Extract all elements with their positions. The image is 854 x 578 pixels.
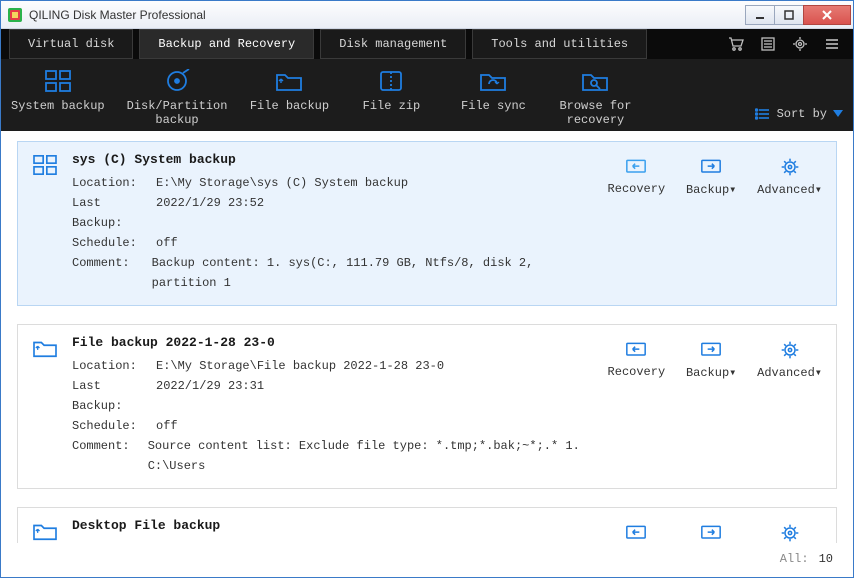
toolbar-grid-button[interactable]: System backup <box>11 67 105 127</box>
maximize-button[interactable] <box>774 5 804 25</box>
location-value: E:\My Storage\File backup 2022-1-28 23-0 <box>156 356 444 376</box>
app-logo-icon <box>7 7 23 23</box>
last-backup-label: Last Backup: <box>72 376 156 416</box>
cart-icon[interactable] <box>723 29 749 59</box>
toolbar-item-label: Browse for recovery <box>559 99 631 127</box>
toolbar-zip-button[interactable]: File zip <box>351 67 431 127</box>
schedule-value: off <box>156 233 178 253</box>
list-icon[interactable] <box>755 29 781 59</box>
window-title: QILING Disk Master Professional <box>29 8 746 22</box>
toolbar-disk-button[interactable]: Disk/Partition backup <box>127 67 228 127</box>
toolbar-item-label: File zip <box>363 99 421 113</box>
toolbar: System backup Disk/Partition backup File b… <box>1 59 853 131</box>
grid-icon <box>41 67 75 95</box>
sync-icon <box>476 67 510 95</box>
last-backup-value: 2022/1/29 23:52 <box>156 193 264 233</box>
comment-value: Backup content: 1. sys(C:, 111.79 GB, Nt… <box>152 253 596 293</box>
location-label: Location: <box>72 173 156 193</box>
backup-icon <box>697 339 725 361</box>
advanced-label: Advanced▾ <box>757 182 822 197</box>
recovery-label: Recovery <box>608 182 666 196</box>
folder-icon <box>32 335 60 476</box>
browse-icon <box>578 67 612 95</box>
all-count: 10 <box>819 552 833 566</box>
schedule-label: Schedule: <box>72 416 156 436</box>
recovery-button[interactable]: Recovery <box>608 522 666 543</box>
tab-tools-utilities[interactable]: Tools and utilities <box>472 29 647 59</box>
toolbar-item-label: Disk/Partition backup <box>127 99 228 127</box>
chevron-down-icon <box>833 110 843 118</box>
gear-icon <box>776 522 804 543</box>
advanced-label: Advanced▾ <box>757 365 822 380</box>
advanced-button[interactable]: Advanced▾ <box>757 522 822 543</box>
location-value: E:\My Storage\sys (C) System backup <box>156 173 408 193</box>
toolbar-browse-button[interactable]: Browse for recovery <box>555 67 635 127</box>
comment-label: Comment: <box>72 436 148 476</box>
task-title: Desktop File backup <box>72 518 596 533</box>
gear-icon <box>776 156 804 178</box>
close-button[interactable] <box>803 5 851 25</box>
grid-icon <box>32 152 60 293</box>
content-area: sys (C) System backup Location:E:\My Sto… <box>1 131 853 577</box>
folder-icon <box>272 67 306 95</box>
location-value: E:\My Storage\Desktop File backup <box>156 539 394 543</box>
comment-value: Source content list: Exclude file type: … <box>148 436 596 476</box>
footer: All: 10 <box>17 547 833 571</box>
task-card[interactable]: Desktop File backup Location:E:\My Stora… <box>17 507 837 543</box>
gear-icon[interactable] <box>787 29 813 59</box>
schedule-label: Schedule: <box>72 233 156 253</box>
comment-label: Comment: <box>72 253 152 293</box>
tab-backup-recovery[interactable]: Backup and Recovery <box>139 29 314 59</box>
advanced-button[interactable]: Advanced▾ <box>757 339 822 380</box>
recovery-icon <box>622 339 650 361</box>
zip-icon <box>374 67 408 95</box>
backup-button[interactable]: Backup▾ <box>683 522 739 543</box>
recovery-button[interactable]: Recovery <box>608 339 666 379</box>
recovery-icon <box>622 156 650 178</box>
sort-by-button[interactable]: Sort by <box>755 107 843 127</box>
backup-label: Backup▾ <box>686 365 736 380</box>
toolbar-item-label: File backup <box>250 99 329 113</box>
task-card[interactable]: sys (C) System backup Location:E:\My Sto… <box>17 141 837 306</box>
app-window: QILING Disk Master Professional Virtual … <box>0 0 854 578</box>
task-list: sys (C) System backup Location:E:\My Sto… <box>17 141 847 543</box>
last-backup-label: Last Backup: <box>72 193 156 233</box>
backup-button[interactable]: Backup▾ <box>683 156 739 197</box>
backup-button[interactable]: Backup▾ <box>683 339 739 380</box>
minimize-button[interactable] <box>745 5 775 25</box>
location-label: Location: <box>72 356 156 376</box>
tab-disk-management[interactable]: Disk management <box>320 29 466 59</box>
toolbar-sync-button[interactable]: File sync <box>453 67 533 127</box>
location-label: Location: <box>72 539 156 543</box>
recovery-icon <box>622 522 650 543</box>
recovery-label: Recovery <box>608 365 666 379</box>
toolbar-item-label: System backup <box>11 99 105 113</box>
menubar: Virtual disk Backup and Recovery Disk ma… <box>1 29 853 59</box>
backup-icon <box>697 522 725 543</box>
all-label: All: <box>780 552 809 566</box>
gear-icon <box>776 339 804 361</box>
backup-icon <box>697 156 725 178</box>
disk-icon <box>160 67 194 95</box>
last-backup-value: 2022/1/29 23:31 <box>156 376 264 416</box>
toolbar-item-label: File sync <box>461 99 526 113</box>
folder-icon <box>32 518 60 543</box>
titlebar: QILING Disk Master Professional <box>1 1 853 29</box>
task-title: sys (C) System backup <box>72 152 596 167</box>
toolbar-folder-button[interactable]: File backup <box>249 67 329 127</box>
task-title: File backup 2022-1-28 23-0 <box>72 335 596 350</box>
recovery-button[interactable]: Recovery <box>608 156 666 196</box>
schedule-value: off <box>156 416 178 436</box>
backup-label: Backup▾ <box>686 182 736 197</box>
advanced-button[interactable]: Advanced▾ <box>757 156 822 197</box>
menu-icon[interactable] <box>819 29 845 59</box>
sort-by-label: Sort by <box>777 107 827 121</box>
task-card[interactable]: File backup 2022-1-28 23-0 Location:E:\M… <box>17 324 837 489</box>
tab-virtual-disk[interactable]: Virtual disk <box>9 29 133 59</box>
